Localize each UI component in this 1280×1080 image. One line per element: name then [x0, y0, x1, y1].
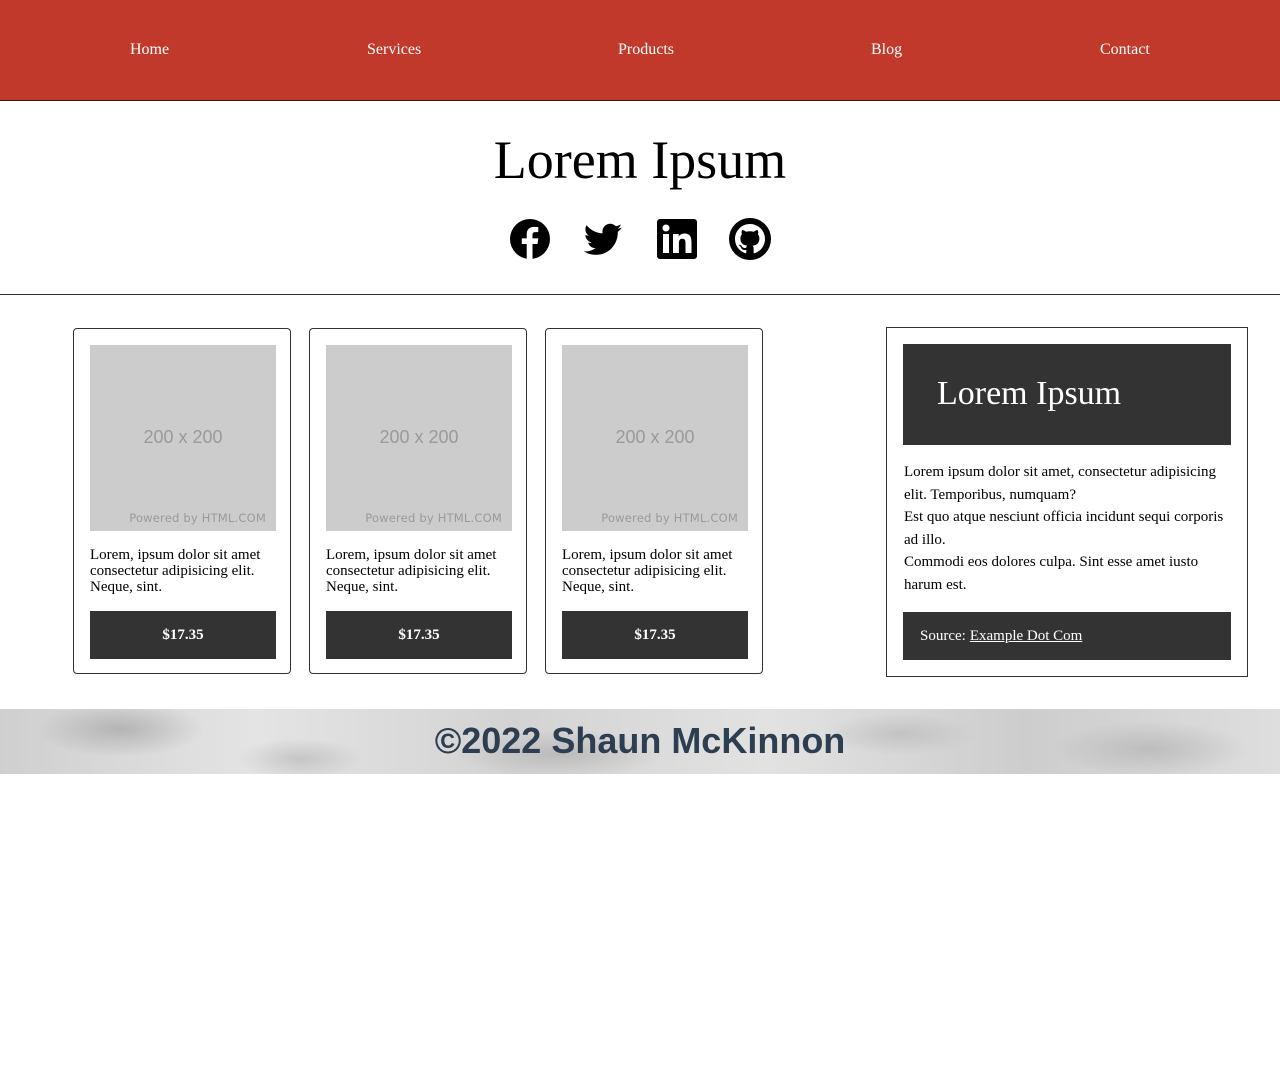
page-title: Lorem Ipsum — [493, 130, 787, 190]
page-footer: ©2022 Shaun McKinnon — [0, 709, 1280, 774]
top-navbar: Home Services Products Blog Contact — [0, 0, 1280, 101]
sidebar-body: Lorem ipsum dolor sit amet, consectetur … — [904, 461, 1234, 596]
product-image-placeholder: 200 x 200 Powered by HTML.COM — [90, 345, 276, 531]
source-link[interactable]: Example Dot Com — [970, 628, 1083, 645]
sidebar-paragraph: Commodi eos dolores culpa. Sint esse ame… — [904, 554, 1199, 593]
image-dimensions-label: 200 x 200 — [143, 427, 223, 447]
product-description: Lorem, ipsum dolor sit amet consectetur … — [562, 547, 733, 595]
sidebar-header: Lorem Ipsum — [903, 344, 1231, 445]
product-card: 200 x 200 Powered by HTML.COM Lorem, ips… — [545, 328, 763, 674]
twitter-icon[interactable] — [582, 218, 624, 260]
social-links — [0, 218, 1280, 260]
product-card: 200 x 200 Powered by HTML.COM Lorem, ips… — [73, 328, 291, 674]
copyright-text: ©2022 Shaun McKinnon — [434, 720, 846, 761]
price-button[interactable]: $17.35 — [90, 611, 276, 659]
product-description: Lorem, ipsum dolor sit amet consectetur … — [326, 547, 497, 595]
image-credit-label: Powered by HTML.COM — [365, 511, 502, 525]
image-dimensions-label: 200 x 200 — [615, 427, 695, 447]
nav-link-contact[interactable]: Contact — [1100, 41, 1150, 59]
sidebar-paragraph: Lorem ipsum dolor sit amet, consectetur … — [904, 464, 1217, 503]
product-image-placeholder: 200 x 200 Powered by HTML.COM — [326, 345, 512, 531]
sidebar-panel: Lorem Ipsum Lorem ipsum dolor sit amet, … — [886, 327, 1248, 677]
image-dimensions-label: 200 x 200 — [379, 427, 459, 447]
product-description: Lorem, ipsum dolor sit amet consectetur … — [90, 547, 261, 595]
nav-link-blog[interactable]: Blog — [871, 41, 902, 59]
linkedin-icon[interactable] — [656, 218, 698, 260]
product-image-placeholder: 200 x 200 Powered by HTML.COM — [562, 345, 748, 531]
sidebar-paragraph: Est quo atque nesciunt officia incidunt … — [904, 509, 1224, 548]
nav-link-products[interactable]: Products — [618, 41, 674, 59]
source-label: Source: — [920, 627, 966, 644]
image-credit-label: Powered by HTML.COM — [601, 511, 738, 525]
price-button[interactable]: $17.35 — [326, 611, 512, 659]
sidebar-source: Source: Example Dot Com — [903, 612, 1231, 660]
facebook-icon[interactable] — [509, 218, 551, 260]
sidebar-title: Lorem Ipsum — [937, 375, 1122, 412]
image-credit-label: Powered by HTML.COM — [129, 511, 266, 525]
github-icon[interactable] — [729, 218, 771, 260]
product-card: 200 x 200 Powered by HTML.COM Lorem, ips… — [309, 328, 527, 674]
price-button[interactable]: $17.35 — [562, 611, 748, 659]
nav-link-services[interactable]: Services — [367, 41, 421, 59]
nav-link-home[interactable]: Home — [130, 41, 169, 59]
